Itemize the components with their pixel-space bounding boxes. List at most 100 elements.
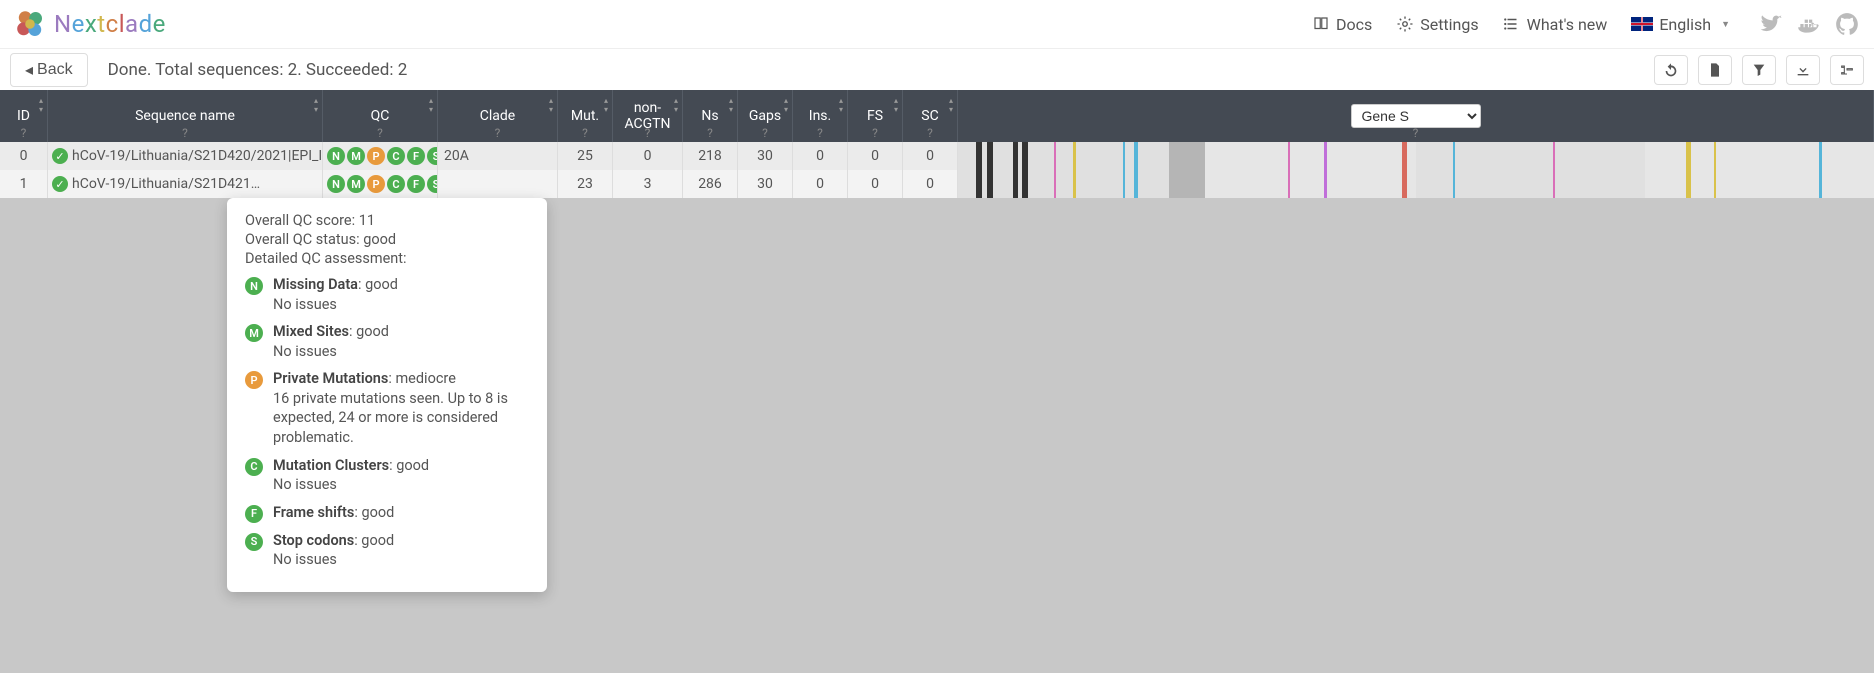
refresh-button[interactable] <box>1654 55 1688 85</box>
seq-mark <box>1022 142 1027 170</box>
seq-name: hCoV-19/Lithuania/S21D420/2021|EPI_ISL_1… <box>72 148 323 164</box>
tree-button[interactable] <box>1830 55 1864 85</box>
th-fs[interactable]: FS?▴▾ <box>848 90 903 142</box>
book-icon <box>1312 15 1330 33</box>
cell-sc: 0 <box>903 170 958 198</box>
tooltip-score: Overall QC score: 11 <box>245 212 529 229</box>
th-id[interactable]: ID?▴▾ <box>0 90 48 142</box>
filter-button[interactable] <box>1742 55 1776 85</box>
th-sc-label: SC <box>921 108 938 124</box>
cell-ins: 0 <box>793 170 848 198</box>
download-button[interactable] <box>1786 55 1820 85</box>
qc-badge-s: S <box>245 533 263 551</box>
seq-mark <box>1134 142 1138 170</box>
seq-mark <box>1054 170 1056 198</box>
th-gaps[interactable]: Gaps?▴▾ <box>738 90 793 142</box>
qc-tooltip: Overall QC score: 11 Overall QC status: … <box>227 198 547 592</box>
th-ins[interactable]: Ins.?▴▾ <box>793 90 848 142</box>
qc-badge-f[interactable]: F <box>407 147 425 165</box>
qc-badge-m[interactable]: M <box>347 175 365 193</box>
seq-mark <box>1714 170 1717 198</box>
qc-badge-s[interactable]: S <box>427 175 438 193</box>
cell-ins: 0 <box>793 142 848 170</box>
github-icon[interactable] <box>1834 11 1860 37</box>
file-icon <box>1707 62 1723 78</box>
seq-mark <box>1288 170 1291 198</box>
cell-qc: NMPCFS <box>323 142 438 170</box>
qc-badge-p[interactable]: P <box>367 147 385 165</box>
cell-clade <box>438 170 558 198</box>
tooltip-item: MMixed Sites: goodNo issues <box>245 322 529 361</box>
nav-settings[interactable]: Settings <box>1396 15 1478 34</box>
qc-badge-n[interactable]: N <box>327 175 345 193</box>
download-icon <box>1795 62 1811 78</box>
seq-mark <box>987 142 992 170</box>
table-header: ID?▴▾ Sequence name?▴▾ QC?▴▾ Clade?▴▾ Mu… <box>0 90 1874 142</box>
table-row[interactable]: 1✓hCoV-19/Lithuania/S21D421…NMPCFS233286… <box>0 170 1874 198</box>
table-row[interactable]: 0✓hCoV-19/Lithuania/S21D420/2021|EPI_ISL… <box>0 142 1874 170</box>
cell-name: ✓hCoV-19/Lithuania/S21D421… <box>48 170 323 198</box>
qc-badge-c[interactable]: C <box>387 175 405 193</box>
th-clade[interactable]: Clade?▴▾ <box>438 90 558 142</box>
tooltip-item: F Frame shifts: good <box>245 503 529 523</box>
tooltip-item-text: Frame shifts: good <box>273 503 529 523</box>
th-ns[interactable]: Ns?▴▾ <box>683 90 738 142</box>
th-sc[interactable]: SC?▴▾ <box>903 90 958 142</box>
nav-whatsnew[interactable]: What's new <box>1503 15 1608 34</box>
cell-nonacgtn: 0 <box>613 142 683 170</box>
sort-icon: ▴▾ <box>839 96 843 114</box>
cell-name: ✓hCoV-19/Lithuania/S21D420/2021|EPI_ISL_… <box>48 142 323 170</box>
qc-badge-s[interactable]: S <box>427 147 438 165</box>
back-button[interactable]: ◂ Back <box>10 53 88 87</box>
th-id-label: ID <box>17 108 30 124</box>
gene-select[interactable]: Gene S <box>1351 104 1481 128</box>
docker-icon[interactable] <box>1796 11 1822 37</box>
file-button[interactable] <box>1698 55 1732 85</box>
qc-badge-m[interactable]: M <box>347 147 365 165</box>
seq-mark <box>1169 170 1206 198</box>
tooltip-item-text: Mutation Clusters: goodNo issues <box>273 456 529 495</box>
nav-whatsnew-label: What's new <box>1527 15 1608 34</box>
seq-mark <box>1686 142 1691 170</box>
sort-icon: ▴▾ <box>784 96 788 114</box>
seq-mark <box>1402 170 1407 198</box>
seq-mark <box>1553 170 1555 198</box>
th-mut[interactable]: Mut.?▴▾ <box>558 90 613 142</box>
brand-text: Nextclade <box>54 10 166 38</box>
th-qc[interactable]: QC?▴▾ <box>323 90 438 142</box>
th-name-label: Sequence name <box>135 108 235 124</box>
nav-docs[interactable]: Docs <box>1312 15 1372 34</box>
top-nav: Docs Settings What's new English ▼ <box>1312 11 1860 37</box>
seq-mark <box>1022 170 1027 198</box>
qc-badge-n[interactable]: N <box>327 147 345 165</box>
sort-icon: ▴▾ <box>674 96 678 114</box>
flag-uk-icon <box>1631 17 1653 31</box>
cell-viz <box>958 170 1874 198</box>
th-fs-label: FS <box>867 108 883 124</box>
qc-badge-f[interactable]: F <box>407 175 425 193</box>
qc-badge-f: F <box>245 505 263 523</box>
tooltip-item: SStop codons: goodNo issues <box>245 531 529 570</box>
cell-fs: 0 <box>848 142 903 170</box>
qc-badge-c[interactable]: C <box>387 147 405 165</box>
tree-icon <box>1839 62 1855 78</box>
back-label: Back <box>37 61 73 79</box>
th-name[interactable]: Sequence name?▴▾ <box>48 90 323 142</box>
twitter-icon[interactable] <box>1758 11 1784 37</box>
seq-mark <box>1402 142 1407 170</box>
status-bar: ◂ Back Done. Total sequences: 2. Succeed… <box>0 48 1874 90</box>
nav-language[interactable]: English ▼ <box>1631 15 1730 34</box>
sort-icon: ▴▾ <box>604 96 608 114</box>
tooltip-item: CMutation Clusters: goodNo issues <box>245 456 529 495</box>
sort-icon: ▴▾ <box>429 96 433 114</box>
cell-id: 0 <box>0 142 48 170</box>
tooltip-item-text: Mixed Sites: goodNo issues <box>273 322 529 361</box>
qc-badge-p[interactable]: P <box>367 175 385 193</box>
seq-mark <box>1134 170 1138 198</box>
sort-icon: ▴▾ <box>39 96 43 114</box>
th-nonacgtn[interactable]: non-ACGTN?▴▾ <box>613 90 683 142</box>
nav-settings-label: Settings <box>1420 15 1478 34</box>
gear-icon <box>1396 15 1414 33</box>
brand[interactable]: Nextclade <box>14 8 166 40</box>
th-clade-label: Clade <box>480 108 515 124</box>
